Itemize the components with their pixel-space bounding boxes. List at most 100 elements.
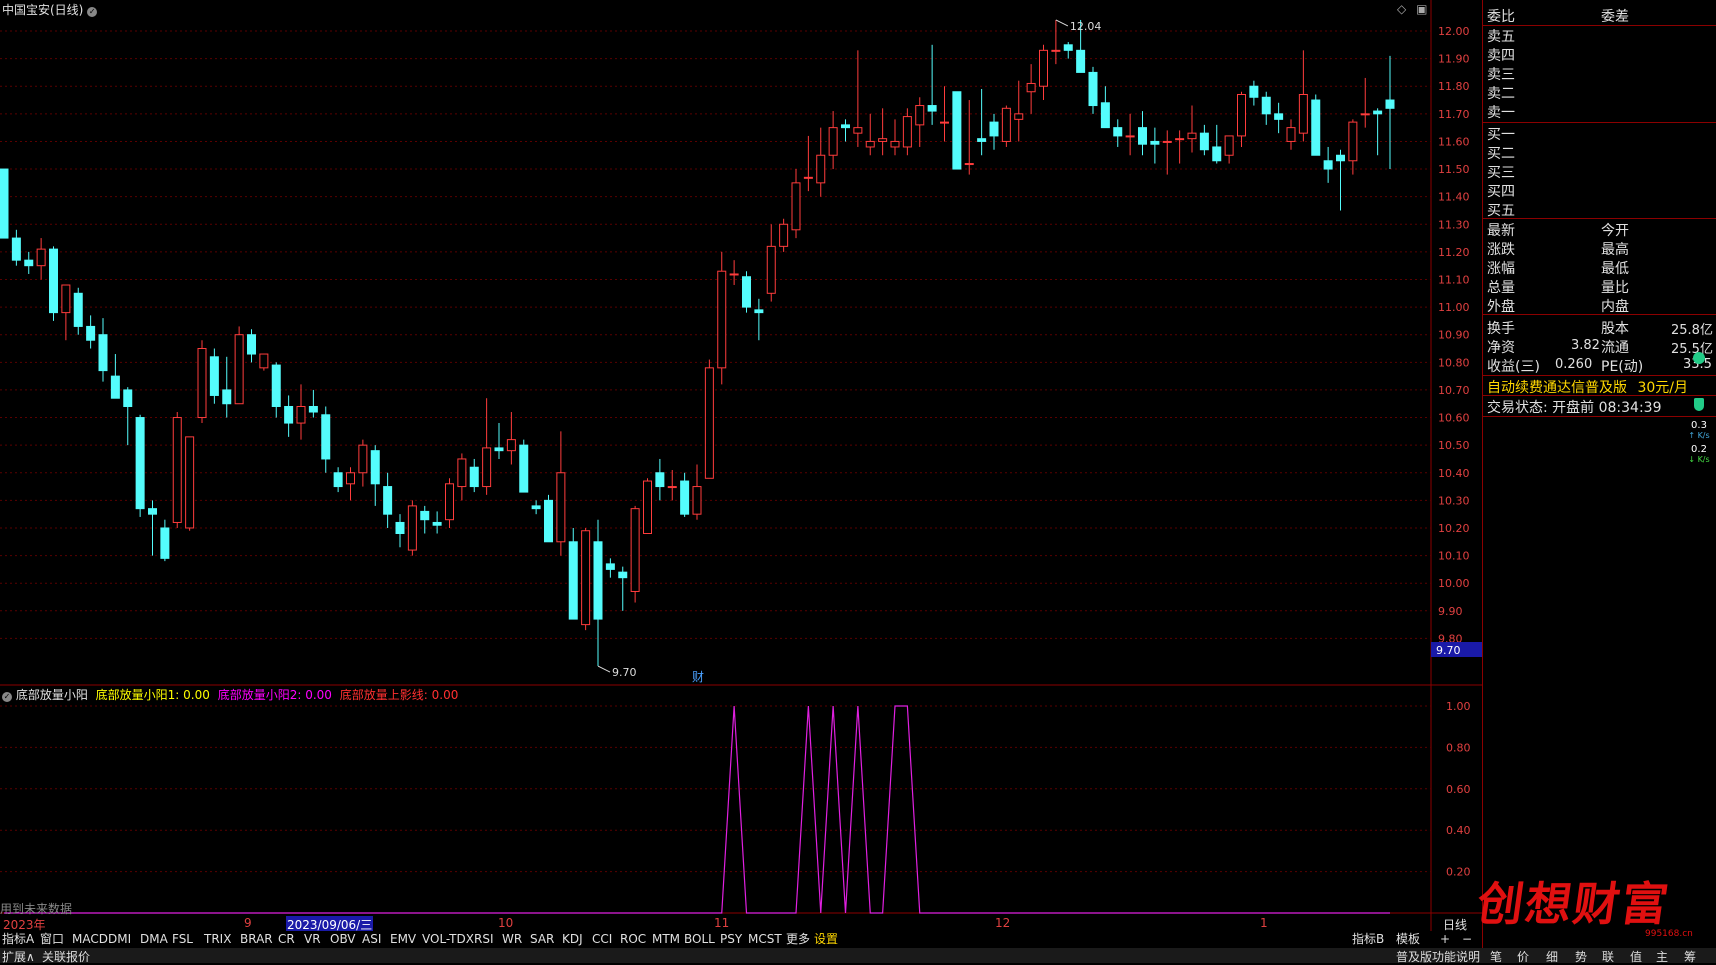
tab-12[interactable]: EMV bbox=[390, 931, 416, 947]
window-icon[interactable]: ▣ bbox=[1416, 2, 1427, 16]
diamond-icon[interactable]: ◇ bbox=[1397, 2, 1406, 16]
collapse-icon[interactable]: ✓ bbox=[2, 692, 12, 702]
status-right-5[interactable]: 联 bbox=[1602, 948, 1614, 965]
price-tick-label: 11.10 bbox=[1438, 273, 1470, 286]
tab-3[interactable]: DMI bbox=[108, 931, 131, 947]
eps-value: 0.260 bbox=[1555, 357, 1593, 372]
tab-2[interactable]: MACD bbox=[72, 931, 108, 947]
candle-body bbox=[1187, 132, 1197, 140]
buy-level-4: 买四 bbox=[1487, 184, 1515, 200]
tab-13[interactable]: VOL-TDX bbox=[422, 931, 474, 947]
tab-22[interactable]: PSY bbox=[720, 931, 742, 947]
status-right-7[interactable]: 主 bbox=[1656, 948, 1668, 965]
current-price-text: 9.70 bbox=[1436, 644, 1461, 657]
candle-body bbox=[1100, 102, 1110, 129]
candle-body bbox=[680, 480, 690, 515]
tab-6[interactable]: TRIX bbox=[204, 931, 231, 947]
candle-body bbox=[865, 140, 875, 148]
indicator-tabs: 指标A 窗口 MACD DMI DMA FSL TRIX BRAR CR VR OBV ASI EMV V… bbox=[0, 931, 1482, 948]
tab-11[interactable]: ASI bbox=[362, 931, 381, 947]
promo-link[interactable]: 自动续费通达信普及版 30元/月 bbox=[1487, 377, 1688, 397]
chart-top-icons[interactable]: ◇ ▣ bbox=[1397, 2, 1427, 16]
quote-panel: 委比 委差 换手 股本 25.8亿 净资 3.82 流通 25.5亿 收益(三)… bbox=[1482, 0, 1716, 963]
tab-right-0[interactable]: 指标B bbox=[1352, 931, 1384, 947]
status-right-4[interactable]: 势 bbox=[1575, 948, 1587, 965]
indicator-tick-label: 0.40 bbox=[1446, 824, 1471, 837]
speed-up-value: 0.3 bbox=[1691, 420, 1707, 431]
tab-24[interactable]: 更多 bbox=[786, 931, 810, 947]
price-tick-label: 11.50 bbox=[1438, 163, 1470, 176]
status-right-8[interactable]: 筹 bbox=[1684, 948, 1696, 965]
watermark-logo: 创想财富 bbox=[1473, 877, 1674, 931]
candle-body bbox=[247, 334, 256, 355]
tab-19[interactable]: ROC bbox=[620, 931, 646, 947]
promo-text[interactable]: 自动续费通达信普及版 bbox=[1487, 380, 1627, 396]
tab-18[interactable]: CCI bbox=[592, 931, 612, 947]
speed-down-value: 0.2 bbox=[1691, 444, 1707, 455]
linked-quote-button[interactable]: 关联报价 bbox=[42, 948, 90, 965]
promo-price[interactable]: 30元/月 bbox=[1637, 380, 1688, 396]
chart-title: 中国宝安(日线) ✓ bbox=[2, 1, 98, 18]
tab-right-2[interactable]: + bbox=[1440, 931, 1450, 947]
tab-9[interactable]: VR bbox=[304, 931, 321, 947]
candle-body bbox=[853, 127, 863, 134]
candle-body bbox=[927, 105, 937, 112]
status-right-1[interactable]: 笔 bbox=[1490, 948, 1502, 965]
tab-23[interactable]: MCST bbox=[748, 931, 782, 947]
tab-7[interactable]: BRAR bbox=[240, 931, 273, 947]
status-right-0[interactable]: 普及版功能说明 bbox=[1396, 948, 1480, 965]
candle-body bbox=[940, 121, 949, 124]
status-right-6[interactable]: 值 bbox=[1630, 948, 1642, 965]
speed-down-unit: ↓ K/s bbox=[1688, 455, 1710, 464]
chevron-down-icon[interactable]: ✓ bbox=[87, 7, 98, 17]
expand-button[interactable]: 扩展∧ bbox=[2, 948, 35, 965]
tab-4[interactable]: DMA bbox=[140, 931, 168, 947]
sell-level-5: 卖五 bbox=[1487, 29, 1515, 45]
tab-0[interactable]: 指标A bbox=[2, 931, 34, 947]
tab-5[interactable]: FSL bbox=[172, 931, 193, 947]
candle-body bbox=[766, 245, 776, 294]
candle-body bbox=[618, 571, 628, 579]
candle-body bbox=[1199, 132, 1209, 151]
tab-21[interactable]: BOLL bbox=[684, 931, 715, 947]
tab-25[interactable]: 设置 bbox=[814, 931, 838, 947]
candle-body bbox=[742, 276, 751, 308]
tab-1[interactable]: 窗口 bbox=[40, 931, 64, 947]
candle-body bbox=[333, 472, 343, 488]
tab-right-1[interactable]: 模板 bbox=[1396, 931, 1420, 947]
candle-body bbox=[395, 521, 405, 535]
tab-17[interactable]: KDJ bbox=[562, 931, 583, 947]
candle-body bbox=[1063, 44, 1073, 51]
candle-body bbox=[1138, 127, 1147, 145]
tab-14[interactable]: RSI bbox=[474, 931, 494, 947]
candle-body bbox=[791, 182, 801, 231]
tab-16[interactable]: SAR bbox=[530, 931, 554, 947]
indicator-line2: 底部放量小阳2: 0.00 bbox=[217, 688, 332, 702]
status-right-2[interactable]: 价 bbox=[1517, 948, 1529, 965]
candle-body bbox=[556, 472, 566, 543]
candle-body bbox=[1212, 146, 1222, 162]
candle-body bbox=[73, 292, 83, 327]
candle-body bbox=[1261, 96, 1271, 115]
candle-body bbox=[432, 521, 442, 526]
tab-8[interactable]: CR bbox=[278, 931, 295, 947]
tab-15[interactable]: WR bbox=[502, 931, 522, 947]
status-right-3[interactable]: 细 bbox=[1546, 948, 1558, 965]
price-tick-label: 10.80 bbox=[1438, 356, 1470, 369]
low-marker-arrow bbox=[597, 665, 611, 673]
tab-10[interactable]: OBV bbox=[330, 931, 356, 947]
candle-body bbox=[420, 510, 430, 521]
candle-body bbox=[284, 405, 294, 424]
candle-body bbox=[643, 480, 652, 535]
quote-right-4: 内盘 bbox=[1601, 299, 1629, 315]
weicha-label: 委差 bbox=[1601, 9, 1629, 25]
candlestick-chart[interactable]: 12.00 11.90 11.80 11.70 11.60 11.50 11.40 11.30… bbox=[0, 0, 1482, 931]
tab-right-3[interactable]: − bbox=[1462, 931, 1472, 947]
sell-level-3: 卖三 bbox=[1487, 67, 1515, 83]
low-price-label: 9.70 bbox=[612, 666, 637, 679]
turnover-label: 换手 bbox=[1487, 321, 1515, 337]
tab-20[interactable]: MTM bbox=[652, 931, 680, 947]
price-tick-label: 11.60 bbox=[1438, 135, 1470, 148]
candle-body bbox=[964, 163, 974, 166]
date-month-12: 12 bbox=[995, 916, 1011, 930]
